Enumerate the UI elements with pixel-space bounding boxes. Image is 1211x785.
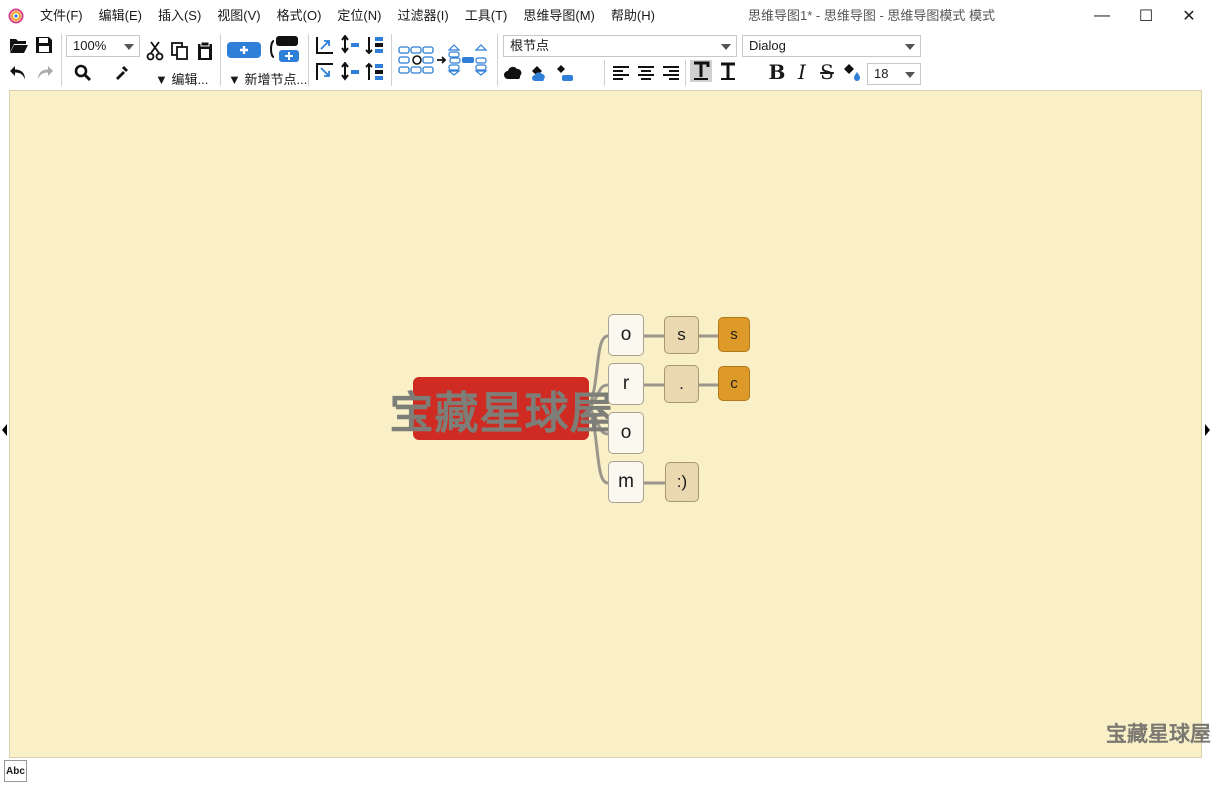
window-title: 思维导图1* - 思维导图 - 思维导图模式 模式 xyxy=(748,8,996,23)
toolbar-separator xyxy=(220,34,221,86)
spell-check-button[interactable]: Abc xyxy=(4,760,27,782)
node-background-color-icon[interactable] xyxy=(553,62,575,84)
node-style-value: 根节点 xyxy=(510,38,550,53)
save-icon[interactable] xyxy=(33,34,55,56)
search-icon[interactable] xyxy=(72,62,94,84)
menu-mindmap[interactable]: 思维导图(M) xyxy=(515,0,603,32)
paste-icon[interactable] xyxy=(194,40,216,62)
collapse-right-panel-icon[interactable] xyxy=(1205,424,1210,436)
copy-icon[interactable] xyxy=(169,40,191,62)
status-bar: Abc xyxy=(0,758,1211,785)
watermark: 宝藏星球屋 xyxy=(1106,723,1211,746)
grandchild-node[interactable]: :) xyxy=(665,462,699,502)
menu-view[interactable]: 视图(V) xyxy=(209,0,268,32)
font-family-value: Dialog xyxy=(749,38,786,53)
format-painter-icon[interactable] xyxy=(110,62,132,84)
toolbar: 100% ▼ 编辑... ▼ 新增节点... 根节点 Dialog B I S … xyxy=(0,32,1211,90)
text-color-icon[interactable] xyxy=(841,61,863,83)
maximize-button[interactable]: ☐ xyxy=(1123,0,1169,32)
child-node[interactable]: r xyxy=(608,363,644,405)
close-button[interactable]: ✕ xyxy=(1166,0,1211,32)
edit-dropdown[interactable]: ▼ 编辑... xyxy=(155,69,208,88)
move-up-icon[interactable] xyxy=(339,34,361,56)
toolbar-separator xyxy=(308,34,309,86)
font-family-select[interactable]: Dialog xyxy=(742,35,921,57)
redo-icon[interactable] xyxy=(33,62,55,84)
add-child-node-icon[interactable] xyxy=(227,39,261,61)
sort-list-icon[interactable] xyxy=(364,34,386,56)
menu-bar: 文件(F) 编辑(E) 插入(S) 视图(V) 格式(O) 定位(N) 过滤器(… xyxy=(32,0,663,32)
mindmap-canvas[interactable]: 宝藏星球屋 o r o m s . :) s c xyxy=(9,90,1202,758)
title-bar: 文件(F) 编辑(E) 插入(S) 视图(V) 格式(O) 定位(N) 过滤器(… xyxy=(0,0,1211,32)
undo-icon[interactable] xyxy=(8,62,30,84)
menu-tools[interactable]: 工具(T) xyxy=(457,0,516,32)
grandchild-node[interactable]: . xyxy=(664,365,699,403)
chevron-down-icon xyxy=(124,44,134,50)
zoom-value: 100% xyxy=(73,38,107,53)
app-logo-icon xyxy=(8,8,24,24)
align-center-icon[interactable] xyxy=(635,62,657,84)
layout-bottom-icon[interactable] xyxy=(314,61,336,83)
chevron-down-icon xyxy=(905,44,915,50)
sort-list-down-icon[interactable] xyxy=(364,61,386,83)
font-size-select[interactable]: 18 xyxy=(867,63,921,85)
leaf-node[interactable]: s xyxy=(718,317,750,352)
menu-insert[interactable]: 插入(S) xyxy=(150,0,209,32)
menu-filter[interactable]: 过滤器(I) xyxy=(389,0,456,32)
cloud-icon[interactable] xyxy=(503,62,525,84)
chevron-down-icon xyxy=(905,72,915,78)
child-node[interactable]: o xyxy=(608,314,644,356)
child-node[interactable]: m xyxy=(608,461,644,503)
map-structure-icon[interactable] xyxy=(398,44,490,76)
toolbar-separator xyxy=(391,34,392,86)
menu-help[interactable]: 帮助(H) xyxy=(603,0,663,32)
bold-button[interactable]: B xyxy=(766,60,788,84)
menu-navigate[interactable]: 定位(N) xyxy=(329,0,389,32)
toolbar-separator xyxy=(497,34,498,86)
child-node[interactable]: o xyxy=(608,412,644,454)
move-down-icon[interactable] xyxy=(339,61,361,83)
menu-file[interactable]: 文件(F) xyxy=(32,0,91,32)
leaf-node[interactable]: c xyxy=(718,366,750,401)
add-sibling-node-icon[interactable] xyxy=(269,35,301,63)
menu-edit[interactable]: 编辑(E) xyxy=(91,0,150,32)
align-left-icon[interactable] xyxy=(610,62,632,84)
node-style-select[interactable]: 根节点 xyxy=(503,35,737,57)
italic-button[interactable]: I xyxy=(791,60,813,84)
text-style-icon[interactable] xyxy=(717,60,739,82)
toolbar-separator xyxy=(604,60,605,86)
minimize-button[interactable]: — xyxy=(1079,0,1125,32)
font-size-value: 18 xyxy=(874,66,889,81)
toolbar-separator xyxy=(685,60,686,86)
zoom-select[interactable]: 100% xyxy=(66,35,140,57)
menu-format[interactable]: 格式(O) xyxy=(269,0,330,32)
toolbar-separator xyxy=(61,34,62,86)
collapse-left-panel-icon[interactable] xyxy=(2,424,7,436)
text-highlight-icon[interactable] xyxy=(690,60,712,82)
layout-top-left-icon[interactable] xyxy=(314,34,336,56)
new-node-dropdown[interactable]: ▼ 新增节点... xyxy=(228,69,307,88)
cut-icon[interactable] xyxy=(144,40,166,62)
root-node-label: 宝藏星球屋 xyxy=(389,388,615,438)
cloud-color-icon[interactable] xyxy=(528,62,550,84)
strikethrough-button[interactable]: S xyxy=(816,60,838,84)
chevron-down-icon xyxy=(721,44,731,50)
align-right-icon[interactable] xyxy=(660,62,682,84)
open-folder-icon[interactable] xyxy=(8,34,30,56)
grandchild-node[interactable]: s xyxy=(664,316,699,354)
